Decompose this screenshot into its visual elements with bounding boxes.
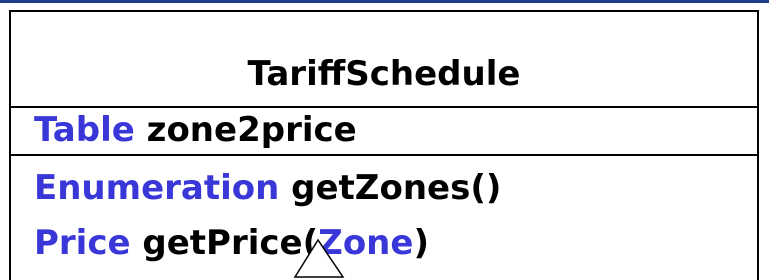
slide-top-rule [0, 0, 769, 3]
attribute-row: Table zone2price [34, 108, 357, 152]
class-name: TariffSchedule [247, 54, 521, 94]
operation-name: getZones() [291, 168, 502, 208]
operation-return-type: Enumeration [34, 168, 280, 208]
inheritance-arrow-icon [293, 238, 345, 278]
class-name-compartment: TariffSchedule [11, 12, 757, 108]
attribute-compartment: Table zone2price [11, 108, 757, 156]
uml-class-box: TariffSchedule Table zone2price Enumerat… [9, 10, 759, 280]
operation-name: getPrice(Zone) [142, 223, 429, 263]
attribute-type: Table [34, 110, 135, 150]
attribute-name: zone2price [146, 110, 357, 150]
operation-return-type: Price [34, 223, 131, 263]
operation-row: Enumeration getZones() [34, 166, 501, 210]
